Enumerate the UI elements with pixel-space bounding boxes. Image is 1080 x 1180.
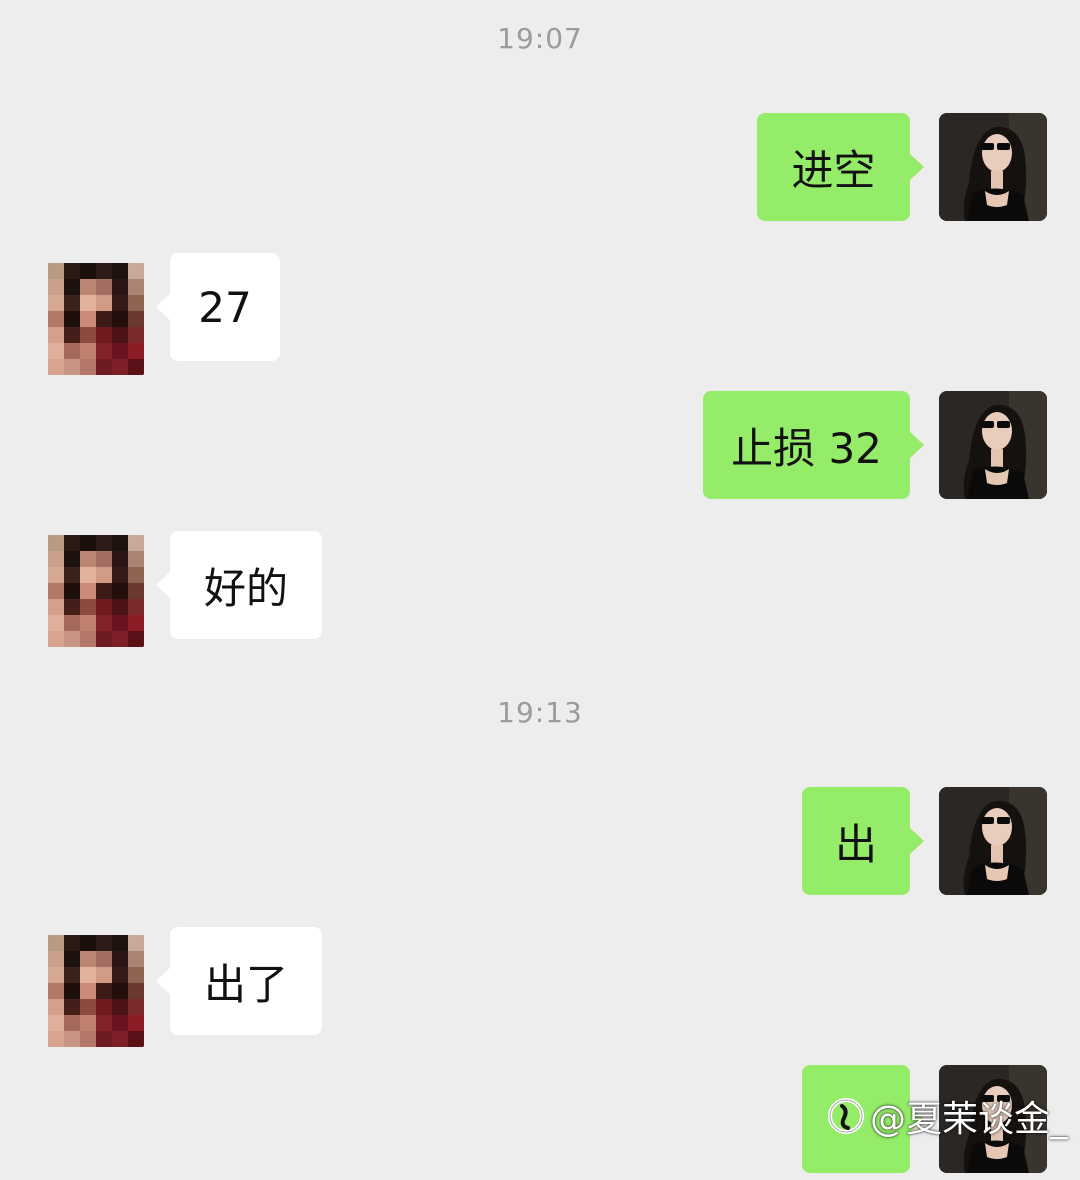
profile-photo-icon (939, 787, 1047, 895)
pixelated-avatar-icon (48, 935, 144, 1047)
message-bubble-other[interactable]: 好的 (156, 531, 322, 639)
timestamp: 19:13 (497, 696, 583, 729)
pixelated-avatar-icon (48, 263, 144, 375)
avatar-self[interactable] (939, 391, 1047, 499)
message-bubble-other[interactable]: 27 (156, 253, 280, 361)
avatar-self[interactable] (939, 787, 1047, 895)
avatar-self[interactable] (939, 113, 1047, 221)
message-bubble-self[interactable]: 止损 32 (703, 391, 924, 499)
watermark-text: @夏茉谈金_ (870, 1099, 1069, 1140)
platform-logo-icon (828, 1098, 864, 1134)
avatar-other[interactable] (48, 535, 144, 647)
message-bubble-self[interactable]: 进空 (757, 113, 924, 221)
profile-photo-icon (939, 391, 1047, 499)
profile-photo-icon (939, 113, 1047, 221)
watermark: @夏茉谈金_ (826, 1092, 1068, 1140)
avatar-other[interactable] (48, 263, 144, 375)
message-bubble-self[interactable]: 出 (802, 787, 924, 895)
pixelated-avatar-icon (48, 535, 144, 647)
timestamp: 19:07 (497, 22, 583, 55)
message-bubble-other[interactable]: 出了 (156, 927, 322, 1035)
avatar-other[interactable] (48, 935, 144, 1047)
